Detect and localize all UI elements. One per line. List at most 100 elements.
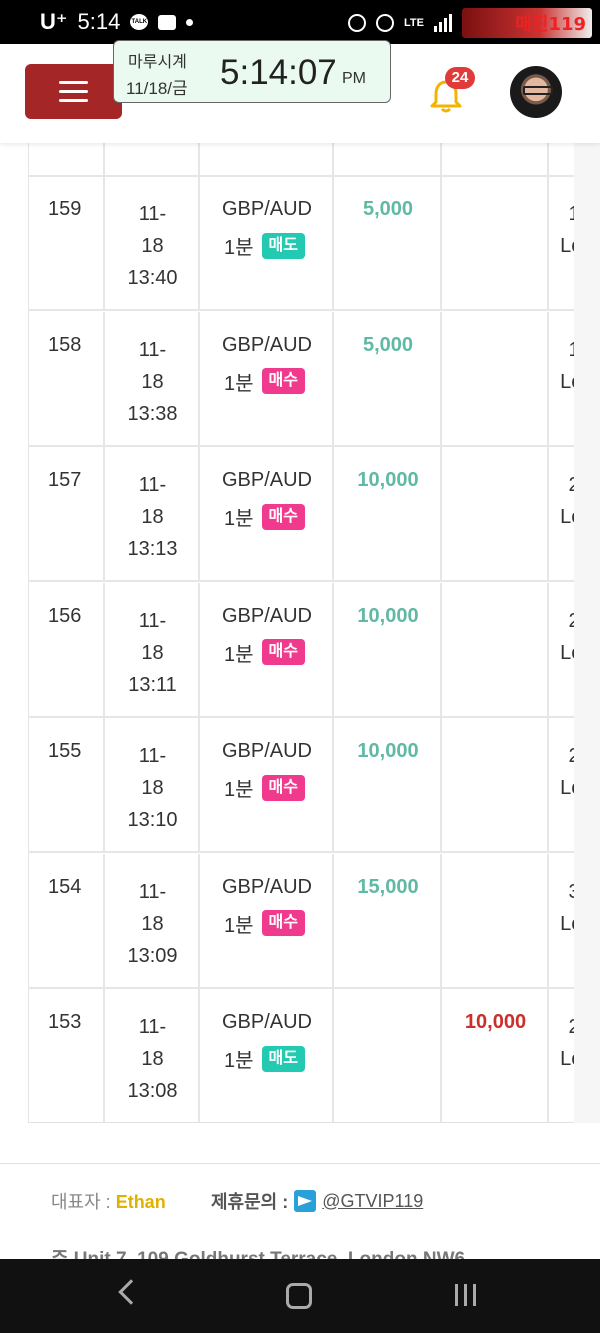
cell-no: 155 (29, 718, 105, 851)
trade-datetime: 11- 18 13:40 (105, 198, 200, 294)
watermark-text: 매진119 (515, 14, 586, 35)
rep-name: Ethan (115, 1192, 166, 1212)
lot-size: 1 Lot (549, 334, 574, 398)
home-icon[interactable] (286, 1283, 312, 1309)
lot-size: 2 Lot (549, 605, 574, 669)
cell-profit: 15,000 (334, 853, 442, 987)
trade-datetime: 11- 18 13:13 (105, 469, 200, 565)
lot-size: 3 Lot (549, 876, 574, 940)
table-row: 158 11- 18 13:38 GBP/AUD 1분 매수 5,000 1 Lot (29, 311, 574, 447)
timeframe-group: 1분 매도 (224, 1044, 305, 1073)
cell-loss (442, 447, 549, 580)
cell-loss (442, 582, 549, 716)
trade-time: 13:11 (128, 673, 177, 696)
trade-date-month: 11- (138, 474, 167, 496)
timeframe: 1분 (224, 508, 254, 530)
status-left: U⁺ 5:14 TALK (40, 9, 194, 35)
trade-datetime: 11- 18 13:10 (105, 740, 200, 836)
profit-amount: 5,000 (362, 198, 414, 220)
cell-pair (200, 143, 334, 175)
chat-icon (158, 14, 177, 30)
cell-profit (334, 989, 442, 1122)
trade-time: 13:40 (127, 267, 178, 289)
side-badge: 매수 (261, 774, 305, 801)
menu-icon-line (59, 90, 88, 93)
cell-no (29, 143, 105, 175)
side-badge: 매수 (261, 368, 305, 394)
cell-date: 11- 18 13:11 (105, 582, 200, 716)
lot-quantity: 3 (549, 876, 574, 908)
profit-amount: 15,000 (357, 875, 419, 898)
table-row-partial (29, 143, 574, 177)
timeframe-group: 1분 매수 (224, 638, 305, 667)
timeframe: 1분 (224, 372, 254, 395)
trade-number: 154 (48, 875, 82, 898)
cell-profit: 10,000 (334, 718, 442, 851)
side-badge: 매수 (261, 503, 305, 530)
trade-datetime: 11- 18 13:09 (105, 876, 200, 972)
lot-size: 2 Lot (549, 469, 574, 533)
clock-label: 마루시계 (128, 54, 187, 71)
cell-loss (442, 176, 549, 309)
menu-icon (59, 81, 88, 84)
table-scroll-edge (574, 143, 600, 1123)
timeframe-group: 1분 매수 (224, 502, 305, 531)
lot-unit: Lot (560, 370, 574, 393)
cell-date: 11- 18 13:08 (105, 989, 200, 1122)
lot-unit: Lot (560, 641, 574, 664)
carrier-label: U⁺ (40, 9, 68, 34)
cell-lot: 2 Lot (549, 989, 574, 1122)
lot-quantity: 2 (549, 605, 574, 637)
system-status-bar: U⁺ 5:14 TALK LTE 매진119 (0, 0, 600, 44)
cell-no: 154 (29, 853, 105, 987)
back-icon[interactable] (118, 1279, 144, 1305)
hamburger-menu-button[interactable] (25, 64, 122, 119)
representative-info: 대표자 : Ethan (51, 1188, 166, 1214)
lot-quantity: 1 (549, 198, 574, 230)
cell-loss: 10,000 (442, 989, 549, 1122)
user-avatar[interactable] (510, 66, 562, 118)
lot-quantity: 2 (549, 1011, 574, 1043)
trade-date-month: 11- (138, 1016, 167, 1038)
lot-unit: Lot (560, 912, 574, 935)
status-time: 5:14 (77, 9, 121, 34)
cell-profit: 10,000 (334, 582, 442, 716)
cell-profit: 5,000 (334, 176, 442, 309)
clock-ampm: PM (342, 70, 366, 87)
trade-datetime: 11- 18 13:11 (105, 605, 200, 701)
table-row: 157 11- 18 13:13 GBP/AUD 1분 매수 10,000 2 Lot (29, 447, 574, 582)
cell-loss (442, 853, 549, 987)
network-label: LTE (404, 17, 424, 29)
currency-pair: GBP/AUD (221, 740, 313, 762)
lot-quantity: 2 (549, 469, 574, 501)
currency-pair: GBP/AUD (221, 875, 313, 898)
recent-apps-icon[interactable] (455, 1284, 476, 1306)
cell-no: 153 (29, 989, 105, 1122)
menu-icon-line (59, 99, 88, 102)
watermark-logo: 매진119 (462, 8, 592, 38)
table-row: 153 11- 18 13:08 GBP/AUD 1분 매도 10,000 2 Lot (29, 989, 574, 1122)
lot-unit: Lot (560, 506, 574, 528)
side-badge: 매도 (261, 1045, 305, 1072)
table-row: 159 11- 18 13:40 GBP/AUD 1분 매도 5,000 1 Lot (29, 176, 574, 311)
table-row: 154 11- 18 13:09 GBP/AUD 1분 매수 15,000 3 Lot (29, 853, 574, 989)
partner-label: 제휴문의 : (211, 1192, 289, 1212)
trade-number: 155 (48, 740, 82, 762)
trade-number: 159 (48, 198, 82, 220)
trade-number: 157 (48, 469, 82, 491)
telegram-link[interactable]: @GTVIP119 (322, 1191, 423, 1212)
table-row: 156 11- 18 13:11 GBP/AUD 1분 매수 10,000 2 Lot (29, 582, 574, 718)
cell-pair: GBP/AUD 1분 매수 (200, 582, 334, 716)
trade-date-month: 11- (138, 338, 167, 361)
trade-number: 153 (48, 1011, 82, 1033)
trade-time: 13:08 (127, 1080, 178, 1102)
maru-clock-widget: 마루시계 11/18/금 5:14:07 PM (113, 40, 391, 103)
trade-date-day: 18 (141, 641, 164, 664)
cell-date: 11- 18 13:09 (105, 853, 200, 987)
clock-time: 5:14:07 (220, 53, 337, 92)
cell-lot: 1 Lot (549, 176, 574, 309)
loss-amount: 10,000 (464, 1011, 527, 1033)
cell-lot: 3 Lot (549, 854, 574, 987)
trade-time: 13:09 (127, 944, 178, 967)
cell-pair: GBP/AUD 1분 매수 (200, 718, 334, 851)
